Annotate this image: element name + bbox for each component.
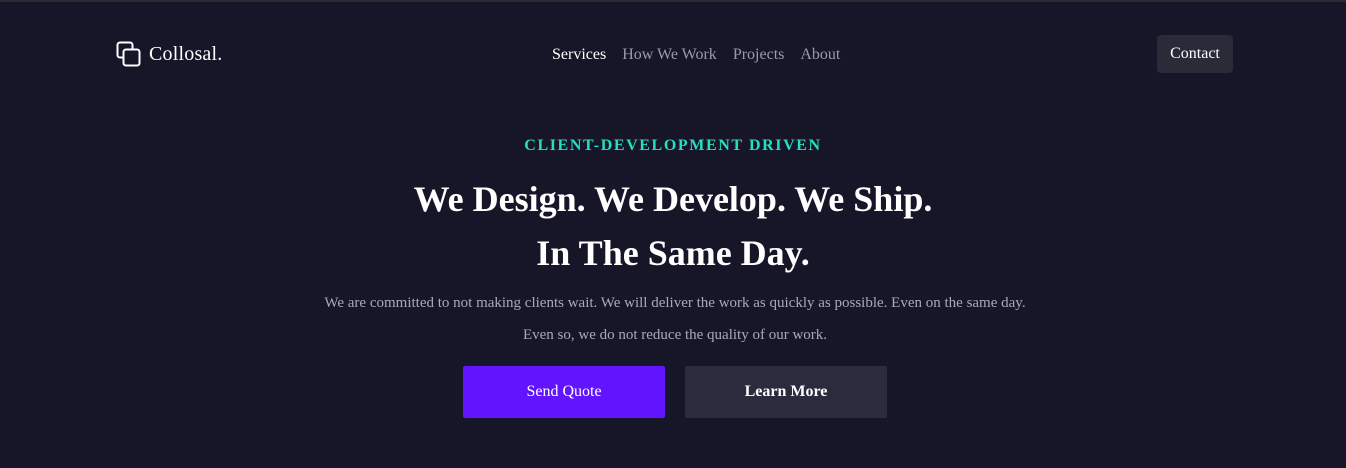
nav-item-about: About: [800, 46, 840, 64]
nav-link-about[interactable]: About: [800, 46, 840, 63]
send-quote-button[interactable]: Send Quote: [463, 366, 665, 418]
nav-link-how-we-work[interactable]: How We Work: [622, 46, 717, 63]
learn-more-button[interactable]: Learn More: [685, 366, 887, 418]
nav-item-how-we-work: How We Work: [622, 46, 717, 64]
hero-headline-line1: We Design. We Develop. We Ship.: [413, 179, 933, 219]
nav-link-services[interactable]: Services: [552, 46, 606, 63]
stacked-squares-icon: [116, 41, 141, 67]
nav-item-services: Services: [552, 46, 606, 64]
nav-item-projects: Projects: [733, 46, 785, 64]
nav-links: Services How We Work Projects About: [552, 46, 840, 64]
hero-headline-line2: In The Same Day.: [536, 233, 810, 273]
brand-name: Collosal.: [149, 42, 223, 65]
hero-headline: We Design. We Develop. We Ship. In The S…: [0, 172, 1346, 280]
navbar: Collosal. Services How We Work Projects …: [0, 2, 1346, 108]
hero-eyebrow: CLIENT-DEVELOPMENT DRIVEN: [524, 137, 822, 154]
contact-button[interactable]: Contact: [1157, 35, 1233, 73]
nav-link-projects[interactable]: Projects: [733, 46, 785, 63]
hero-description: We are committed to not making clients w…: [324, 295, 1026, 343]
brand-logo[interactable]: Collosal.: [116, 41, 222, 67]
